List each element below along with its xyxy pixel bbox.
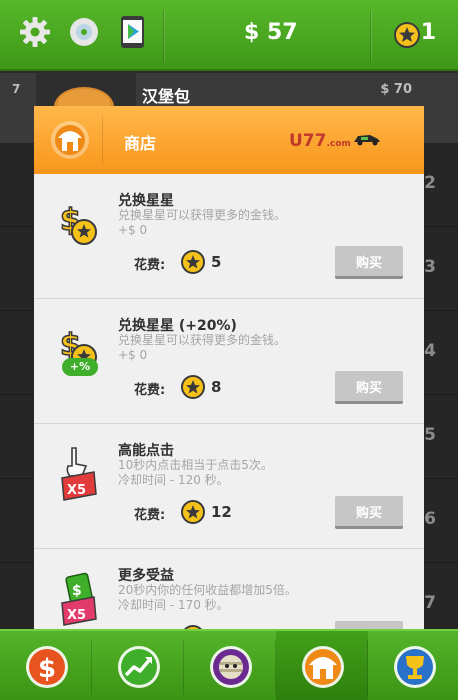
top-bar: $ 57 1 [0, 0, 458, 71]
row-number: 7 [424, 593, 436, 613]
bottom-nav: $ [0, 629, 458, 700]
item-name: 兑换星星 [118, 193, 174, 209]
desc-line: 冷却时间 - 120 秒。 [118, 473, 229, 487]
money-x5-icon: $ X5 [61, 572, 97, 626]
logo-suffix: .com [326, 139, 351, 149]
shop-item-more-profit: $ X5 更多受益 20秒内你的任何收益都增加5倍。 冷却时间 - 170 秒。 [34, 549, 424, 629]
desc-line: 20秒内你的任何收益都增加5倍。 [118, 583, 297, 597]
star-coin-icon [394, 22, 420, 48]
buy-button[interactable]: 购买 [335, 371, 403, 404]
tab-shop[interactable] [276, 631, 368, 700]
cost-value: 12 [211, 503, 232, 521]
desc-line: 兑换星星可以获得更多的金钱。 [118, 208, 287, 222]
svg-text:X5: X5 [67, 483, 86, 498]
trophy-icon [394, 646, 436, 688]
buy-button[interactable] [335, 621, 403, 629]
desc-line: 10秒内点击相当于点击5次。 [118, 458, 273, 472]
item-description: 兑换星星可以获得更多的金钱。 +$ 0 [118, 333, 408, 363]
row-number: 6 [424, 509, 436, 529]
cost-value: 5 [211, 253, 222, 271]
header-divider [163, 10, 164, 62]
dollar-star-icon: $ [59, 202, 97, 245]
cost-label: 花费: [134, 383, 166, 398]
desc-line: +$ 0 [118, 223, 148, 237]
tab-stats[interactable] [92, 631, 184, 700]
item-description: 20秒内你的任何收益都增加5倍。 冷却时间 - 170 秒。 [118, 583, 408, 613]
shop-icon [302, 646, 344, 688]
disc-icon[interactable] [67, 15, 101, 49]
svg-text:$: $ [72, 583, 82, 599]
shop-title: 商店 [124, 134, 157, 153]
dollar-icon: $ [26, 646, 68, 688]
header-divider [370, 10, 371, 62]
star-coin-icon [181, 500, 205, 524]
gear-icon[interactable] [18, 15, 52, 49]
click-x5-icon: X5 [61, 447, 97, 501]
star-coin-icon [181, 250, 205, 274]
svg-text:$: $ [38, 654, 56, 684]
tab-money[interactable]: $ [0, 631, 92, 700]
item-title: 汉堡包 [142, 87, 191, 106]
desc-line: 兑换星星可以获得更多的金钱。 [118, 333, 287, 347]
star-count: 1 [420, 20, 436, 45]
cost-value: 8 [211, 378, 222, 396]
buy-button[interactable]: 购买 [335, 496, 403, 529]
trend-chart-icon [118, 646, 160, 688]
mummy-icon [210, 646, 252, 688]
svg-text:X5: X5 [67, 608, 86, 623]
header-divider [102, 116, 103, 164]
row-number: 2 [424, 173, 436, 193]
car-logo-icon [354, 135, 380, 146]
desc-line: 冷却时间 - 170 秒。 [118, 598, 229, 612]
money-display: $ 57 [244, 20, 298, 45]
desc-line: +$ 0 [118, 348, 148, 362]
tab-mummy[interactable] [184, 631, 276, 700]
shop-icon [51, 121, 89, 159]
star-coin-icon [181, 375, 205, 399]
percent-badge: +% [62, 358, 98, 376]
item-description: 10秒内点击相当于点击5次。 冷却时间 - 120 秒。 [118, 458, 408, 488]
u77-logo: U77.com [289, 131, 351, 151]
tab-trophy[interactable] [368, 631, 458, 700]
shop-dialog: 商店 U77.com $ 兑换星星 兑换星星可以获得更多的金钱。 +$ 0 花费… [34, 106, 424, 629]
google-play-icon[interactable] [116, 15, 150, 49]
row-number: 3 [424, 257, 436, 277]
cost-label: 花费: [134, 258, 166, 273]
item-name: 高能点击 [118, 443, 174, 459]
item-level: 7 [12, 82, 21, 96]
row-number: 4 [424, 341, 436, 361]
buy-button[interactable]: 购买 [335, 246, 403, 279]
item-name: 更多受益 [118, 568, 174, 584]
shop-item-power-click: X5 高能点击 10秒内点击相当于点击5次。 冷却时间 - 120 秒。 花费:… [34, 424, 424, 549]
logo-text: U77 [289, 131, 327, 151]
item-name: 兑换星星 (+20%) [118, 318, 237, 334]
row-number: 5 [424, 425, 436, 445]
shop-item-exchange-stars: $ 兑换星星 兑换星星可以获得更多的金钱。 +$ 0 花费: 5 购买 [34, 174, 424, 299]
cost-label: 花费: [134, 508, 166, 523]
shop-header: 商店 U77.com [34, 106, 424, 174]
item-description: 兑换星星可以获得更多的金钱。 +$ 0 [118, 208, 408, 238]
item-price: $ 70 [380, 82, 412, 97]
